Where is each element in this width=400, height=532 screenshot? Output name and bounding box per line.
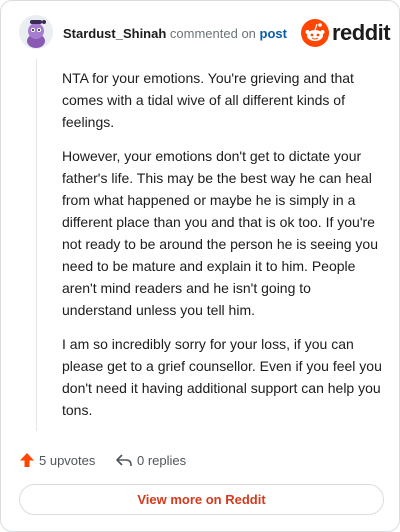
upvote-count: 5 upvotes [39, 452, 96, 468]
author-name[interactable]: Stardust_Shinah [63, 26, 166, 41]
reddit-logo-icon [301, 19, 329, 47]
brand-wordmark: reddit [332, 20, 391, 45]
thread-line [36, 59, 37, 431]
upvote-arrow-icon [20, 453, 34, 467]
byline: Stardust_Shinah commented on post [63, 26, 287, 42]
upvote-button[interactable]: 5 upvotes [19, 449, 95, 471]
snoo-avatar-icon [19, 15, 53, 49]
comment-paragraph: NTA for your emotions. You're grieving a… [62, 70, 354, 130]
reply-arrow-icon [116, 454, 132, 466]
commented-on-text: commented on [169, 26, 256, 41]
comment-paragraph: However, your emotions don't get to dict… [62, 148, 378, 318]
reddit-brand[interactable]: reddit [301, 19, 391, 47]
post-link[interactable]: post [260, 26, 287, 41]
avatar[interactable] [19, 15, 53, 49]
comment-header: Stardust_Shinah commented on post reddit [19, 15, 391, 51]
comment-body: NTA for your emotions. You're grieving a… [62, 67, 384, 433]
reply-count: 0 replies [137, 452, 187, 468]
comment-paragraph: I am so incredibly sorry for your loss, … [62, 336, 382, 418]
comment-card: Stardust_Shinah commented on post reddit… [0, 0, 400, 532]
comment-actions: 5 upvotes 0 replies [19, 449, 381, 471]
reply-button[interactable]: 0 replies [115, 449, 186, 471]
view-more-button[interactable]: View more on Reddit [19, 484, 384, 515]
